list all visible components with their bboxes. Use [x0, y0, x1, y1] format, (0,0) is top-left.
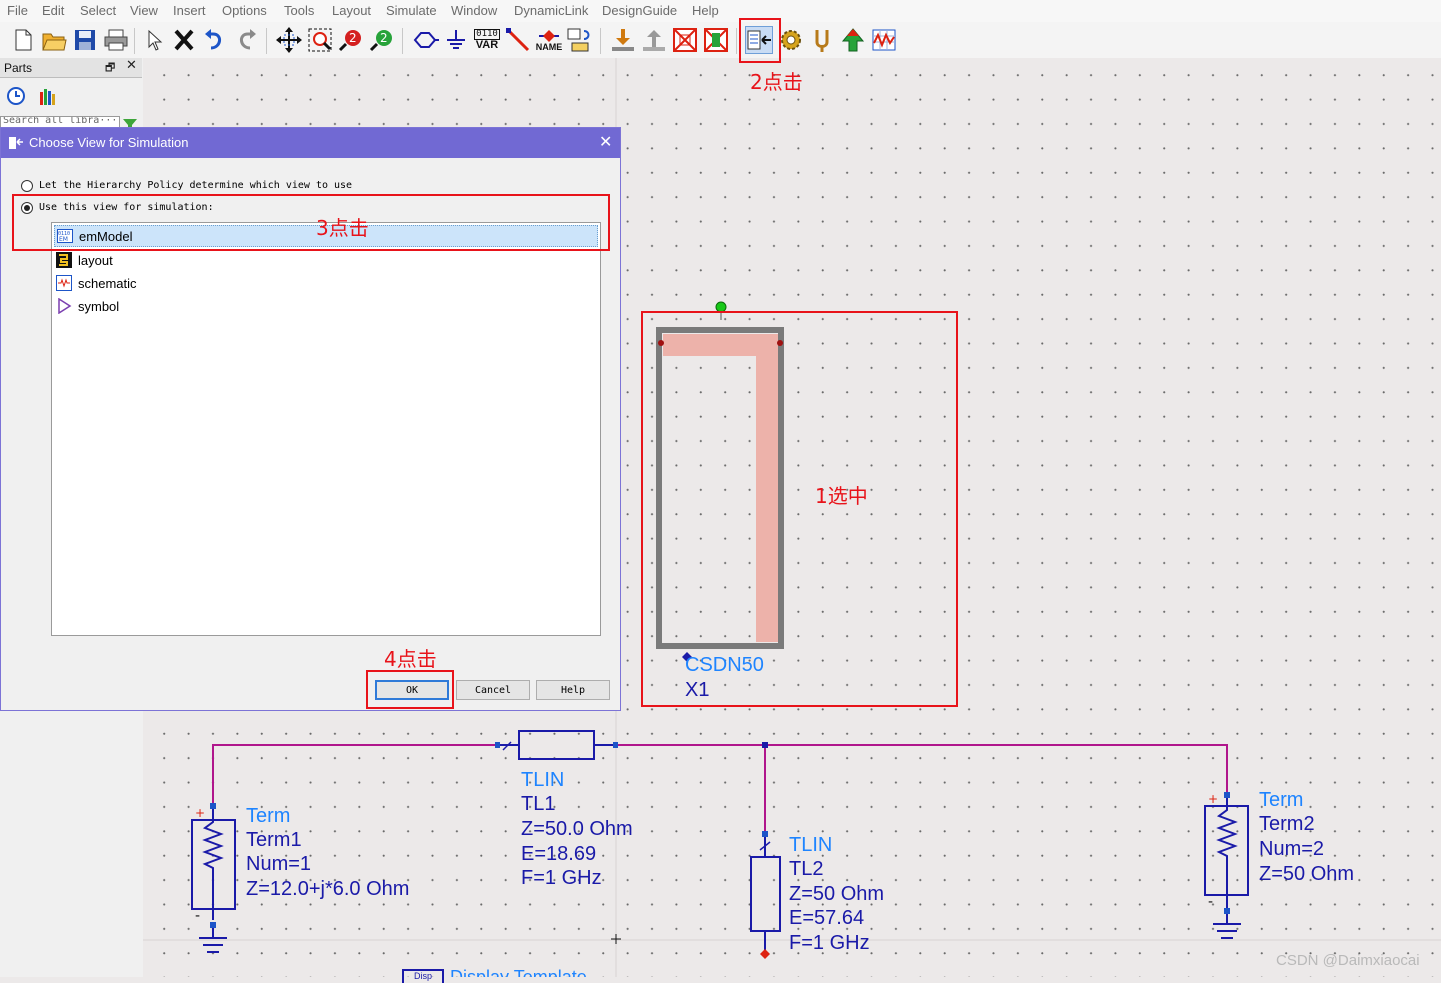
dialog-title-bar[interactable]: Choose View for Simulation ✕: [1, 128, 620, 158]
tl1-frequency: F=1 GHz: [521, 867, 602, 889]
tl2-impedance: Z=50 Ohm: [789, 883, 885, 905]
term1-symbol[interactable]: + -: [191, 803, 236, 953]
term1-impedance: Z=12.0+j*6.0 Ohm: [246, 878, 410, 900]
schematic-icon: [56, 275, 72, 291]
tl2-length: E=57.64: [789, 907, 865, 929]
tl1-length: E=18.69: [521, 843, 597, 865]
display-template-label: Display Template: [450, 967, 587, 977]
wire-net: [212, 744, 1228, 833]
step2-annotation: 2点击: [750, 70, 803, 94]
tl1-symbol[interactable]: [495, 730, 618, 760]
term2-impedance: Z=50 Ohm: [1259, 863, 1355, 885]
step4-annotation: 4点击: [384, 647, 437, 671]
dialog-title: Choose View for Simulation: [29, 135, 189, 150]
view-item-label: schematic: [78, 275, 137, 291]
display-template-box: Disp: [402, 969, 444, 983]
close-icon[interactable]: ✕: [599, 132, 612, 151]
cancel-button[interactable]: Cancel: [456, 680, 530, 700]
step3-highlight-box: [12, 194, 610, 251]
step4-highlight-box: [366, 670, 454, 709]
view-item-schematic[interactable]: schematic: [56, 272, 137, 294]
view-item-layout[interactable]: layout: [56, 249, 113, 271]
layout-icon: [56, 252, 72, 268]
symbol-icon: [56, 298, 72, 314]
view-item-label: symbol: [78, 298, 120, 314]
tl1-type: TLIN: [521, 769, 565, 791]
term1-name: Term1: [246, 829, 302, 851]
svg-text:+: +: [1208, 792, 1218, 806]
watermark: CSDN @Daimxiaocai: [1276, 952, 1420, 969]
step2-highlight-box: [739, 18, 781, 63]
term2-type: Term: [1259, 789, 1304, 811]
view-list: 0110 EM emModel layout schematic symbol: [51, 222, 601, 636]
tl2-name: TL2: [789, 858, 824, 880]
view-item-symbol[interactable]: symbol: [56, 295, 119, 317]
cursor-crosshair: [611, 934, 621, 944]
help-button[interactable]: Help: [536, 680, 610, 700]
dialog-app-icon: [9, 137, 23, 149]
svg-text:-: -: [1208, 894, 1213, 910]
tl1-impedance: Z=50.0 Ohm: [521, 818, 633, 840]
tl2-frequency: F=1 GHz: [789, 932, 870, 954]
step3-annotation: 3点击: [316, 216, 369, 240]
step1-highlight-box: [641, 311, 958, 707]
radio-hierarchy-policy[interactable]: [21, 180, 33, 192]
view-item-label: layout: [78, 252, 113, 268]
term2-name: Term2: [1259, 813, 1315, 835]
svg-text:+: +: [195, 806, 205, 820]
svg-text:-: -: [195, 908, 200, 924]
junction-dot: [762, 742, 768, 748]
radio-hierarchy-policy-label: Let the Hierarchy Policy determine which…: [39, 180, 353, 191]
term2-num: Num=2: [1259, 838, 1325, 860]
step1-annotation: 1选中: [815, 484, 868, 508]
tl1-name: TL1: [521, 793, 556, 815]
term1-type: Term: [246, 805, 291, 827]
term1-num: Num=1: [246, 853, 312, 875]
tl2-type: TLIN: [789, 834, 833, 856]
term2-symbol[interactable]: + -: [1204, 792, 1249, 939]
